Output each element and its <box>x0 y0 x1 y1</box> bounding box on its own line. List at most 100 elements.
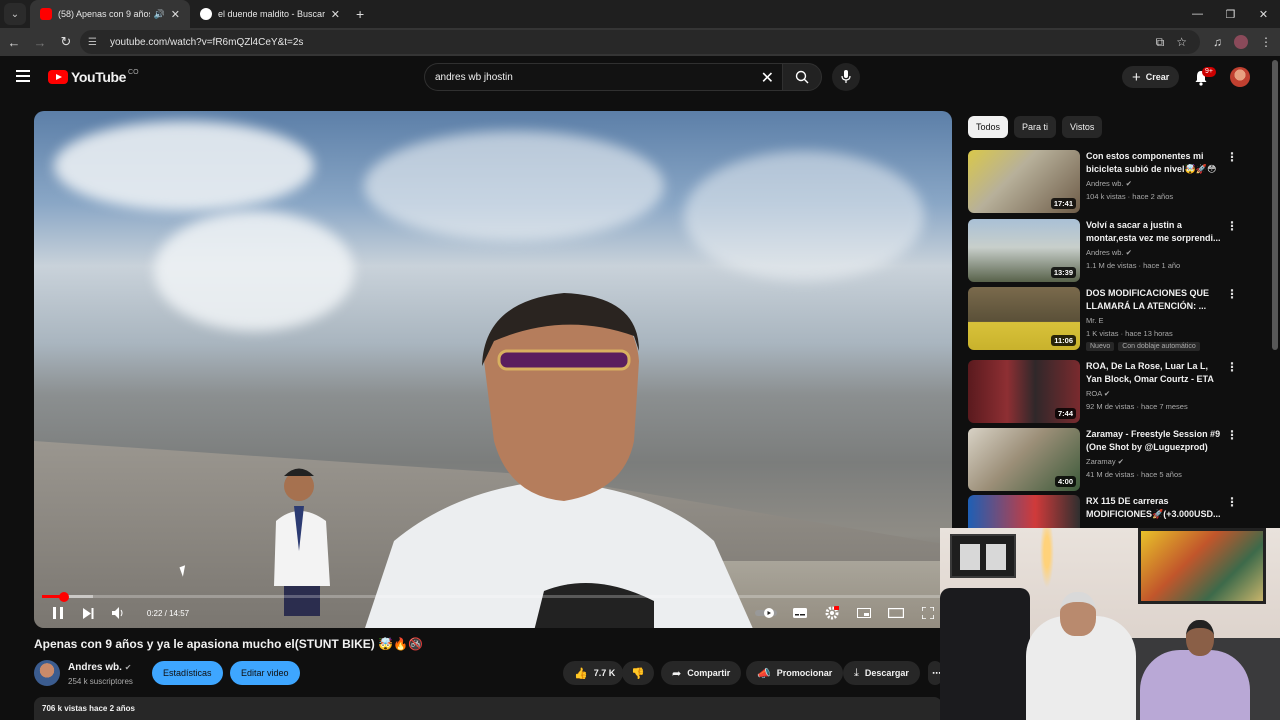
video-thumbnail[interactable]: 17:41 <box>968 150 1080 213</box>
recommendation-item[interactable]: 13:39 Volví a sacar a justin a montar,es… <box>968 219 1248 283</box>
media-controls-icon[interactable]: ♫ <box>1213 35 1222 49</box>
download-button[interactable]: ⤓ Descargar <box>843 661 920 685</box>
subscriber-count: 254 k suscriptores <box>68 677 133 686</box>
views-and-date: 706 k vistas hace 2 años <box>42 704 135 713</box>
video-thumbnail[interactable]: 7:44 <box>968 360 1080 423</box>
miniplayer-button[interactable] <box>854 603 874 623</box>
rec-channel[interactable]: Mr. E <box>1086 316 1104 325</box>
forward-icon[interactable]: → <box>28 35 52 50</box>
youtube-logo[interactable]: YouTube CO <box>48 69 139 85</box>
site-info-icon[interactable]: ☰ <box>88 37 102 48</box>
rec-channel[interactable]: Andres wb. ✔ <box>1086 248 1132 257</box>
bookmark-star-icon[interactable]: ☆ <box>1176 35 1187 49</box>
auto-dub-badge: Con doblaje automático <box>1118 342 1200 351</box>
recommendation-item[interactable]: 17:41 Con estos componentes mi bicicleta… <box>968 150 1248 214</box>
search-input[interactable]: andres wb jhostin ✕ <box>424 63 782 91</box>
more-options-icon[interactable]: ⋮ <box>1226 150 1238 164</box>
install-app-icon[interactable]: ⧉ <box>1156 35 1165 50</box>
share-button[interactable]: ➦ Compartir <box>661 661 742 685</box>
create-button[interactable]: + Crear <box>1122 66 1180 88</box>
recommendation-item[interactable]: 11:06 DOS MODIFICACIONES QUE LLAMARÁ LA … <box>968 287 1248 351</box>
statistics-button[interactable]: Estadísticas <box>152 661 223 685</box>
pause-button[interactable] <box>50 603 66 623</box>
rec-title[interactable]: Con estos componentes mi bicicleta subió… <box>1086 150 1224 176</box>
next-icon <box>82 607 93 619</box>
window-controls: — ❐ ✕ <box>1181 0 1280 28</box>
browser-tab-youtube[interactable]: (58) Apenas con 9 años y y 🔊 ✕ <box>30 0 190 28</box>
promote-button[interactable]: 📣 Promocionar <box>746 661 844 685</box>
like-button[interactable]: 👍 7.7 K <box>563 661 624 685</box>
plus-icon: + <box>1132 68 1141 86</box>
duration-badge: 4:00 <box>1054 476 1076 487</box>
minimize-icon[interactable]: — <box>1181 0 1214 28</box>
channel-avatar[interactable] <box>34 660 60 686</box>
scrubber-handle[interactable] <box>59 591 70 602</box>
more-options-icon[interactable]: ⋮ <box>1226 428 1238 442</box>
rec-title[interactable]: Volví a sacar a justin a montar,esta vez… <box>1086 219 1224 245</box>
video-thumbnail[interactable]: 11:06 <box>968 287 1080 350</box>
tab-close-icon[interactable]: ✕ <box>171 8 180 21</box>
recommendation-item[interactable]: 7:44 ROA, De La Rose, Luar La L, Yan Blo… <box>968 360 1248 424</box>
more-options-icon[interactable]: ⋮ <box>1226 495 1238 509</box>
profile-avatar[interactable] <box>1234 35 1248 49</box>
page-scrollbar[interactable] <box>1272 60 1278 350</box>
recommendation-item[interactable]: 4:00 Zaramay - Freestyle Session #9 (One… <box>968 428 1248 492</box>
notification-count-badge: 9+ <box>1202 67 1216 77</box>
subtitles-button[interactable] <box>790 603 810 623</box>
more-options-icon[interactable]: ⋮ <box>1226 360 1238 374</box>
chip-for-you[interactable]: Para ti <box>1014 116 1057 138</box>
restore-icon[interactable]: ❐ <box>1214 0 1247 28</box>
toolbar-right: ⧉ ☆ ♫ ⋮ <box>1156 28 1272 56</box>
edit-video-button[interactable]: Editar video <box>230 661 300 685</box>
thumbs-down-icon: 👎 <box>631 667 645 680</box>
theater-icon <box>888 608 904 618</box>
voice-search-button[interactable] <box>832 63 860 91</box>
chip-all[interactable]: Todos <box>968 116 1009 138</box>
volume-button[interactable] <box>110 603 126 623</box>
more-options-icon[interactable]: ⋮ <box>1226 219 1238 233</box>
next-button[interactable] <box>80 603 96 623</box>
description-box[interactable]: 706 k vistas hace 2 años <box>34 697 942 720</box>
chip-watched[interactable]: Vistos <box>1062 116 1103 138</box>
fullscreen-button[interactable] <box>918 603 938 623</box>
address-bar[interactable]: ☰ youtube.com/watch?v=fR6mQZl4CeY&t=2s <box>80 30 1200 54</box>
video-thumbnail[interactable]: 13:39 <box>968 219 1080 282</box>
rec-channel[interactable]: Andres wb. ✔ <box>1086 179 1132 188</box>
back-icon[interactable]: ← <box>2 35 26 50</box>
video-progress-bar[interactable] <box>42 591 944 602</box>
video-player[interactable]: 0:22 / 14:57 <box>34 111 952 628</box>
guide-menu-icon[interactable] <box>16 70 30 82</box>
microphone-icon <box>841 70 851 83</box>
browser-menu-icon[interactable]: ⋮ <box>1260 35 1272 49</box>
reload-icon[interactable]: ↻ <box>54 34 78 50</box>
verified-icon: ✔ <box>1123 179 1132 188</box>
autoplay-toggle[interactable] <box>754 603 778 623</box>
tab-search-button[interactable]: ⌄ <box>4 3 26 25</box>
audio-playing-icon[interactable]: 🔊 <box>154 9 165 20</box>
video-thumbnail[interactable]: 4:00 <box>968 428 1080 491</box>
rec-title[interactable]: ROA, De La Rose, Luar La L, Yan Block, O… <box>1086 360 1224 386</box>
rec-channel[interactable]: Zaramay ✔ <box>1086 457 1124 466</box>
search-button[interactable] <box>782 63 822 91</box>
rec-title[interactable]: Zaramay - Freestyle Session #9 (One Shot… <box>1086 428 1224 454</box>
channel-name[interactable]: Andres wb. ✔ <box>68 662 131 673</box>
verified-icon: ✔ <box>1115 457 1124 466</box>
account-avatar[interactable] <box>1230 67 1250 87</box>
more-options-icon[interactable]: ⋮ <box>1226 287 1238 301</box>
rec-title[interactable]: RX 115 DE carreras MODIFICIONES🚀(+3.000U… <box>1086 495 1224 521</box>
gear-icon <box>825 606 839 620</box>
browser-tab-google[interactable]: el duende maldito - Buscar con ✕ <box>190 0 350 28</box>
rec-channel[interactable]: ROA ✔ <box>1086 389 1110 398</box>
rec-channel-text: Andres wb. <box>1086 248 1124 257</box>
theater-mode-button[interactable] <box>886 603 906 623</box>
settings-button[interactable] <box>822 603 842 623</box>
close-window-icon[interactable]: ✕ <box>1247 0 1280 28</box>
tab-close-icon[interactable]: ✕ <box>331 8 340 21</box>
recommendation-item[interactable]: RX 115 DE carreras MODIFICIONES🚀(+3.000U… <box>968 495 1248 529</box>
fullscreen-icon <box>922 607 934 619</box>
video-thumbnail[interactable] <box>968 495 1080 529</box>
new-tab-icon[interactable]: + <box>356 6 364 22</box>
dislike-button[interactable]: 👎 <box>622 661 654 685</box>
clear-search-icon[interactable]: ✕ <box>761 68 774 88</box>
rec-title[interactable]: DOS MODIFICACIONES QUE LLAMARÁ LA ATENCI… <box>1086 287 1224 313</box>
